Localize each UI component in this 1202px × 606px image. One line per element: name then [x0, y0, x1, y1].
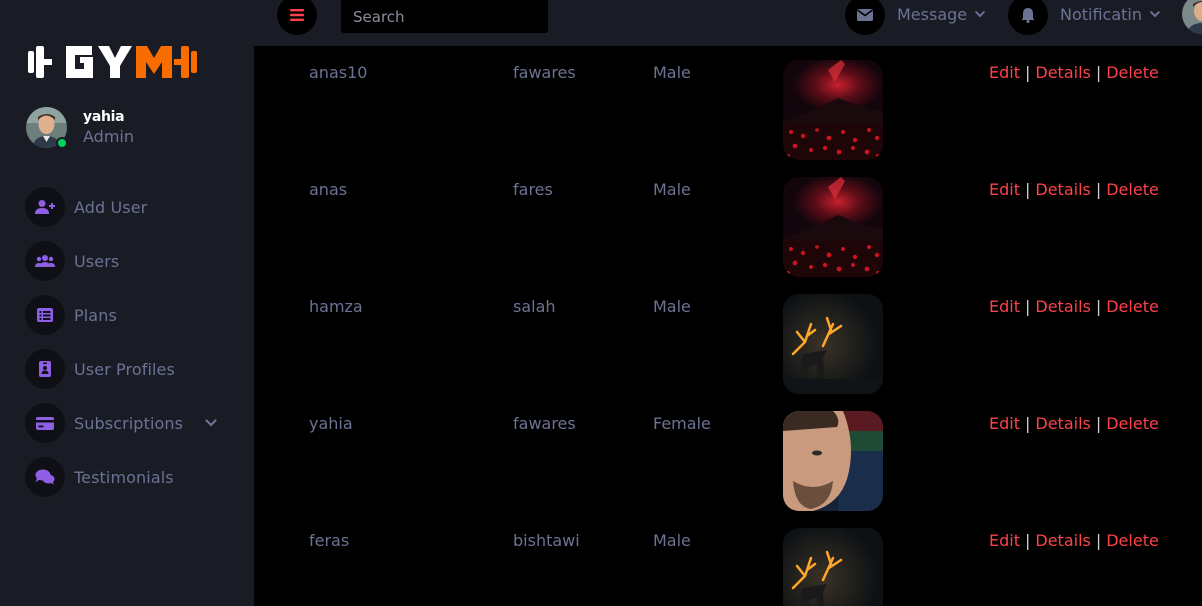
sidebar-nav: Add User Users Plans User Profiles Subsc… — [25, 180, 235, 504]
last-name-cell: fawares — [513, 63, 576, 82]
details-link[interactable]: Details — [1035, 180, 1090, 199]
row-actions: Edit | Details | Delete — [989, 297, 1159, 316]
sidebar-item-label: Users — [74, 251, 120, 271]
profile-name: yahia — [83, 108, 125, 125]
edit-link[interactable]: Edit — [989, 531, 1020, 550]
edit-link[interactable]: Edit — [989, 180, 1020, 199]
chevron-down-icon — [1150, 11, 1160, 18]
notification-label: Notificatin — [1060, 5, 1143, 24]
notification-dropdown[interactable]: Notificatin — [1060, 5, 1160, 24]
notification-button[interactable] — [1008, 0, 1048, 35]
gym-logo[interactable] — [26, 42, 212, 82]
gender-cell: Male — [653, 63, 691, 82]
sidebar-item-label: Plans — [74, 305, 117, 325]
action-separator: | — [1024, 180, 1031, 199]
details-link[interactable]: Details — [1035, 531, 1090, 550]
table-row: feras bishtawi Male Edit | Details | Delete — [254, 514, 1202, 606]
delete-link[interactable]: Delete — [1106, 414, 1159, 433]
last-name-cell: fares — [513, 180, 553, 199]
username-cell: feras — [309, 531, 350, 550]
user-image — [783, 528, 883, 606]
action-separator: | — [1095, 180, 1102, 199]
chevron-down-icon — [975, 11, 985, 18]
action-separator: | — [1024, 414, 1031, 433]
table-row: anas fares Male Edit | Details | Delete — [254, 163, 1202, 280]
sidebar-item-label: User Profiles — [74, 359, 175, 379]
gender-cell: Female — [653, 414, 711, 433]
username-cell: anas — [309, 180, 348, 199]
sidebar-item-add-user[interactable]: Add User — [25, 180, 235, 234]
row-actions: Edit | Details | Delete — [989, 180, 1159, 199]
row-actions: Edit | Details | Delete — [989, 63, 1159, 82]
message-dropdown[interactable]: Message — [897, 5, 985, 24]
sidebar-item-plans[interactable]: Plans — [25, 288, 235, 342]
credit-card-icon — [25, 403, 65, 443]
action-separator: | — [1024, 531, 1031, 550]
table-row: yahia fawares Female Edit | Details | Delete — [254, 397, 1202, 514]
username-cell: yahia — [309, 414, 353, 433]
profile-card[interactable]: yahia Admin — [26, 107, 134, 149]
edit-link[interactable]: Edit — [989, 297, 1020, 316]
sidebar-item-testimonials[interactable]: Testimonials — [25, 450, 235, 504]
id-badge-icon — [25, 349, 65, 389]
last-name-cell: bishtawi — [513, 531, 580, 550]
user-image — [783, 177, 883, 277]
username-cell: anas10 — [309, 63, 368, 82]
row-actions: Edit | Details | Delete — [989, 414, 1159, 433]
delete-link[interactable]: Delete — [1106, 297, 1159, 316]
gender-cell: Male — [653, 297, 691, 316]
user-image — [783, 294, 883, 394]
envelope-icon — [857, 9, 873, 21]
topbar: Message Notificatin — [254, 0, 1202, 46]
row-actions: Edit | Details | Delete — [989, 531, 1159, 550]
details-link[interactable]: Details — [1035, 297, 1090, 316]
action-separator: | — [1024, 297, 1031, 316]
list-icon — [25, 295, 65, 335]
sidebar-item-users[interactable]: Users — [25, 234, 235, 288]
details-link[interactable]: Details — [1035, 63, 1090, 82]
profile-role: Admin — [83, 126, 134, 146]
avatar[interactable] — [26, 107, 68, 149]
sidebar: yahia Admin Add User Users Plans User Pr… — [0, 0, 254, 606]
last-name-cell: fawares — [513, 414, 576, 433]
chevron-down-icon[interactable] — [205, 419, 217, 427]
delete-link[interactable]: Delete — [1106, 531, 1159, 550]
sidebar-item-subscriptions[interactable]: Subscriptions — [25, 396, 235, 450]
sidebar-item-label: Subscriptions — [74, 413, 184, 433]
username-cell: hamza — [309, 297, 363, 316]
search-input[interactable] — [341, 0, 548, 33]
gender-cell: Male — [653, 180, 691, 199]
users-icon — [25, 241, 65, 281]
last-name-cell: salah — [513, 297, 556, 316]
user-image — [783, 60, 883, 160]
action-separator: | — [1095, 531, 1102, 550]
sidebar-item-label: Add User — [74, 197, 148, 217]
delete-link[interactable]: Delete — [1106, 63, 1159, 82]
edit-link[interactable]: Edit — [989, 414, 1020, 433]
delete-link[interactable]: Delete — [1106, 180, 1159, 199]
gender-cell: Male — [653, 531, 691, 550]
action-separator: | — [1024, 63, 1031, 82]
user-plus-icon — [25, 187, 65, 227]
user-avatar[interactable] — [1182, 0, 1202, 34]
action-separator: | — [1095, 414, 1102, 433]
comments-icon — [25, 457, 65, 497]
action-separator: | — [1095, 297, 1102, 316]
sidebar-item-user-profiles[interactable]: User Profiles — [25, 342, 235, 396]
edit-link[interactable]: Edit — [989, 63, 1020, 82]
sidebar-item-label: Testimonials — [74, 467, 174, 487]
message-label: Message — [897, 5, 968, 24]
users-table: anas10 fawares Male Edit | Details | Delete … — [254, 46, 1202, 606]
menu-toggle-button[interactable] — [277, 0, 317, 35]
hamburger-icon — [290, 9, 304, 21]
table-row: hamza salah Male Edit | Details | Delete — [254, 280, 1202, 397]
user-image — [783, 411, 883, 511]
online-status-dot — [56, 137, 68, 149]
action-separator: | — [1095, 63, 1102, 82]
message-button[interactable] — [845, 0, 885, 35]
details-link[interactable]: Details — [1035, 414, 1090, 433]
bell-icon — [1021, 8, 1035, 23]
table-row: anas10 fawares Male Edit | Details | Delete — [254, 46, 1202, 163]
